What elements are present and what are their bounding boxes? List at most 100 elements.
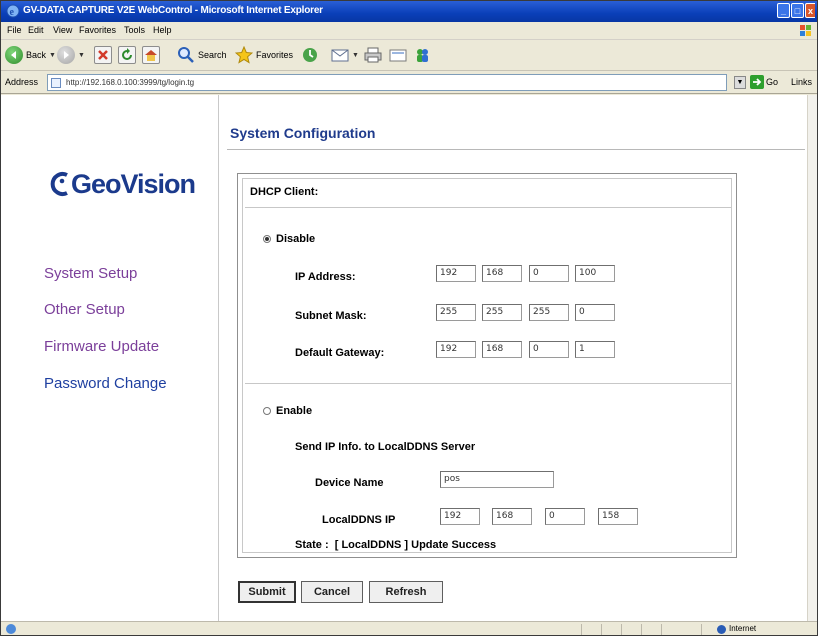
brand-name: GeoVision [71, 169, 196, 199]
submit-button[interactable]: Submit [238, 581, 296, 603]
history-button[interactable] [301, 44, 319, 66]
ddns-octet-4[interactable]: 158 [598, 508, 638, 525]
go-button[interactable]: Go [750, 75, 778, 89]
default-gateway-label: Default Gateway: [295, 347, 385, 359]
chevron-down-icon: ▼ [49, 51, 56, 59]
stop-icon [94, 46, 112, 64]
dhcp-panel: DHCP Client: Disable IP Address: 192 168… [237, 173, 737, 558]
browser-window: e GV-DATA CAPTURE V2E WebControl - Micro… [0, 0, 818, 636]
gateway-octet-3[interactable]: 0 [529, 341, 569, 358]
links-button[interactable]: Links [791, 77, 812, 87]
mask-octet-3[interactable]: 255 [529, 304, 569, 321]
menu-help[interactable]: Help [153, 25, 172, 35]
mask-octet-1[interactable]: 255 [436, 304, 476, 321]
title-bar[interactable]: e GV-DATA CAPTURE V2E WebControl - Micro… [1, 1, 817, 22]
messenger-icon [417, 49, 428, 62]
ip-address-label: IP Address: [295, 271, 356, 283]
refresh-icon [118, 46, 136, 64]
ip-octet-3[interactable]: 0 [529, 265, 569, 282]
nav-other-setup[interactable]: Other Setup [44, 301, 125, 318]
toolbar: Back ▼ ▼ Search Favorites ▼ [1, 40, 817, 71]
favorites-star-icon [235, 46, 253, 64]
main-content: System Configuration DHCP Client: Disabl… [220, 95, 807, 621]
menu-edit[interactable]: Edit [28, 25, 44, 35]
vertical-scrollbar[interactable] [807, 95, 817, 621]
address-input[interactable]: http://192.168.0.100:3999/tg/login.tg [47, 74, 727, 91]
history-icon [303, 48, 317, 62]
go-label: Go [766, 77, 779, 87]
nav-password-change[interactable]: Password Change [44, 375, 167, 392]
printer-icon [364, 47, 382, 63]
search-label: Search [198, 50, 227, 60]
section-divider [245, 383, 731, 384]
address-bar: Address http://192.168.0.100:3999/tg/log… [1, 72, 817, 94]
internet-explorer-icon: e [6, 4, 20, 18]
minimize-button[interactable]: _ [777, 3, 790, 18]
search-button[interactable]: Search [177, 44, 227, 66]
device-name-input[interactable]: pos [440, 471, 554, 488]
cancel-button[interactable]: Cancel [301, 581, 363, 603]
favorites-button[interactable]: Favorites [235, 44, 293, 66]
menu-view[interactable]: View [53, 25, 72, 35]
stop-button[interactable] [94, 44, 112, 66]
dhcp-client-label: DHCP Client: [250, 186, 319, 198]
windows-logo-icon [800, 25, 811, 36]
enable-label: Enable [276, 405, 313, 417]
device-name-label: Device Name [315, 477, 384, 489]
window-title: GV-DATA CAPTURE V2E WebControl - Microso… [23, 5, 323, 16]
enable-radio-row[interactable]: Enable [263, 405, 312, 417]
menu-bar: File Edit View Favorites Tools Help [1, 22, 817, 40]
maximize-button[interactable]: □ [791, 3, 804, 18]
svg-text:e: e [10, 7, 15, 18]
back-button[interactable]: Back ▼ [5, 44, 56, 66]
mask-octet-2[interactable]: 255 [482, 304, 522, 321]
page-title: System Configuration [230, 125, 376, 141]
close-button[interactable]: x [805, 3, 815, 18]
ddns-octet-1[interactable]: 192 [440, 508, 480, 525]
nav-firmware-update[interactable]: Firmware Update [44, 338, 159, 355]
refresh-button[interactable] [118, 44, 136, 66]
ddns-octet-3[interactable]: 0 [545, 508, 585, 525]
localddns-ip-label: LocalDDNS IP [322, 514, 396, 526]
disable-radio[interactable] [263, 235, 271, 243]
sidebar: GeoVision System Setup Other Setup Firmw… [1, 95, 219, 621]
status-segment [621, 624, 639, 635]
mail-icon [331, 49, 349, 62]
gateway-octet-4[interactable]: 1 [575, 341, 615, 358]
disable-label: Disable [276, 233, 316, 245]
address-dropdown-button[interactable]: ▼ [734, 76, 746, 89]
search-icon [178, 47, 194, 63]
print-button[interactable] [364, 44, 382, 66]
home-button[interactable] [142, 44, 160, 66]
messenger-button[interactable] [414, 44, 432, 66]
send-ip-info-label: Send IP Info. to LocalDDNS Server [295, 441, 476, 453]
ddns-octet-2[interactable]: 168 [492, 508, 532, 525]
status-segment [641, 624, 659, 635]
home-icon [142, 46, 160, 64]
nav-system-setup[interactable]: System Setup [44, 265, 137, 282]
edit-button[interactable] [389, 44, 407, 66]
refresh-page-button[interactable]: Refresh [369, 581, 443, 603]
mask-octet-4[interactable]: 0 [575, 304, 615, 321]
disable-radio-row[interactable]: Disable [263, 233, 315, 245]
menu-favorites[interactable]: Favorites [79, 25, 116, 35]
ip-octet-1[interactable]: 192 [436, 265, 476, 282]
gateway-octet-1[interactable]: 192 [436, 341, 476, 358]
enable-radio[interactable] [263, 407, 271, 415]
internet-zone-icon [717, 625, 726, 634]
subnet-mask-label: Subnet Mask: [295, 310, 367, 322]
title-divider [227, 149, 805, 150]
ip-octet-4[interactable]: 100 [575, 265, 615, 282]
ddns-state-text: State : [ LocalDDNS ] Update Success [295, 539, 497, 551]
ip-octet-2[interactable]: 168 [482, 265, 522, 282]
chevron-down-icon: ▼ [78, 51, 85, 59]
go-arrow-icon [750, 75, 764, 89]
security-zone-label: Internet [729, 624, 757, 633]
geovision-logo: GeoVision [47, 165, 207, 205]
menu-tools[interactable]: Tools [124, 25, 145, 35]
forward-button[interactable]: ▼ [57, 44, 85, 66]
page-content: GeoVision System Setup Other Setup Firmw… [1, 95, 807, 621]
menu-file[interactable]: File [7, 25, 22, 35]
mail-button[interactable]: ▼ [331, 44, 359, 66]
gateway-octet-2[interactable]: 168 [482, 341, 522, 358]
